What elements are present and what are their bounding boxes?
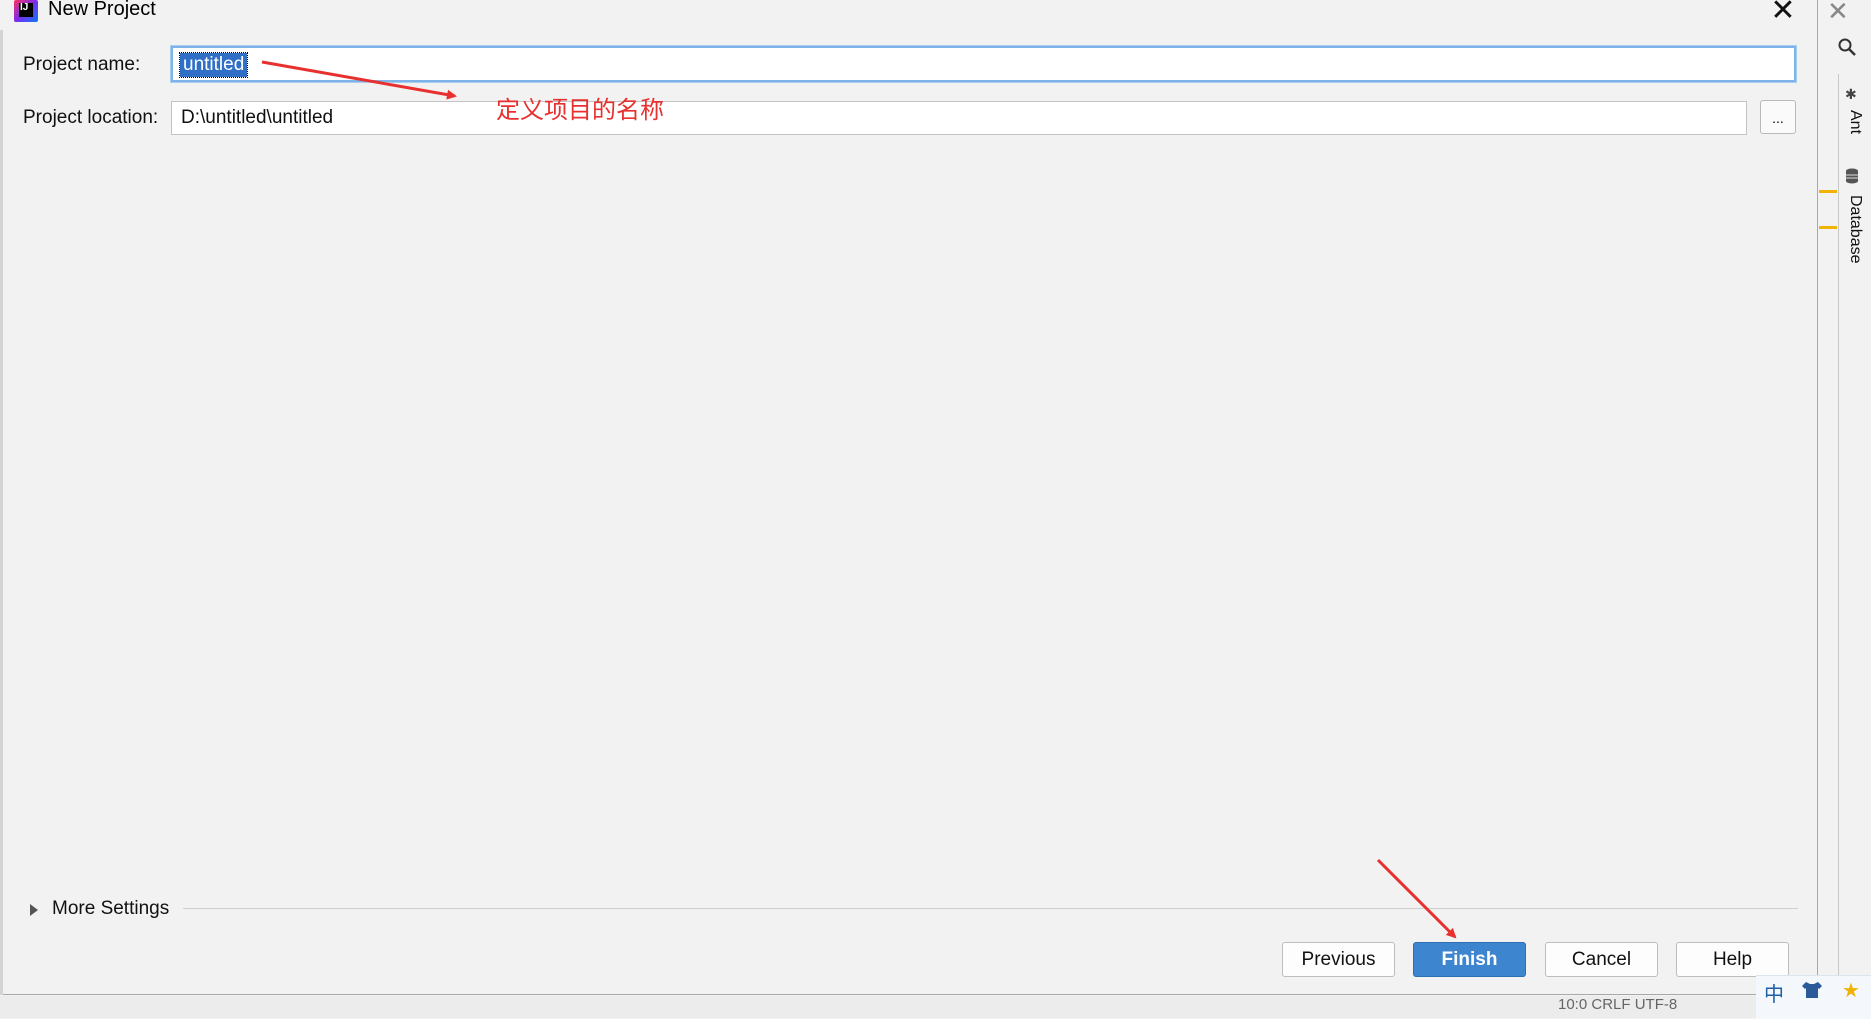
search-icon[interactable] xyxy=(1838,38,1856,56)
annotation-arrow-finish xyxy=(1376,858,1457,939)
ant-tool-window-tab[interactable]: Ant xyxy=(1846,110,1864,134)
annotation-arrows xyxy=(261,60,1457,939)
annotation-arrow-name xyxy=(261,60,457,100)
ime-star-icon[interactable]: ★ xyxy=(1842,978,1860,1003)
ide-close-icon[interactable]: ✕ xyxy=(1827,0,1849,27)
ime-skin-icon[interactable] xyxy=(1802,982,1822,998)
ide-tool-strip xyxy=(1819,0,1871,1018)
database-icon xyxy=(1846,168,1858,184)
database-tool-window-tab[interactable]: Database xyxy=(1846,195,1864,264)
ant-icon: ✱ xyxy=(1845,86,1857,102)
ime-toolbar: 中 ★ xyxy=(1756,975,1871,1019)
ide-strip-edge xyxy=(1838,74,1839,1018)
ide-status-bar: 10:0 CRLF UTF-8 xyxy=(0,996,1871,1018)
highlight-mark xyxy=(1819,190,1837,193)
status-bar-text: 10:0 CRLF UTF-8 xyxy=(1558,996,1678,1013)
highlight-mark xyxy=(1819,226,1837,229)
ime-language-toggle[interactable]: 中 xyxy=(1764,978,1784,1007)
